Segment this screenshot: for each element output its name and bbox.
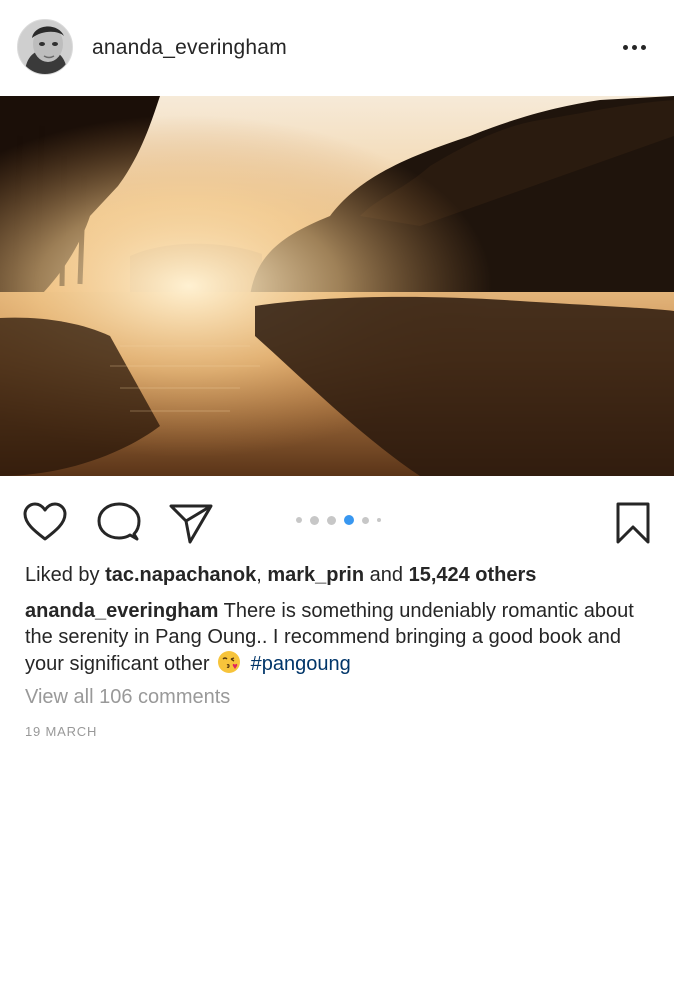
carousel-dot (296, 517, 302, 523)
post-username[interactable]: ananda_everingham (92, 36, 287, 60)
carousel-indicator (296, 515, 381, 525)
post-date: 19 MARCH (25, 724, 98, 739)
avatar[interactable] (17, 19, 73, 75)
carousel-dot-active (344, 515, 354, 525)
liker-username-1[interactable]: tac.napachanok (105, 564, 256, 586)
caption-hashtag[interactable]: #pangoung (251, 653, 351, 675)
liker-username-2[interactable]: mark_prin (267, 564, 364, 586)
carousel-dot (327, 515, 336, 525)
carousel-dot (310, 515, 319, 525)
bookmark-icon (616, 502, 650, 544)
more-horizontal-icon (622, 44, 628, 50)
likes-summary[interactable]: Liked by tac.napachanok, mark_prin and 1… (25, 564, 536, 587)
heart-icon (23, 502, 67, 541)
share-button[interactable] (168, 500, 214, 546)
comment-button[interactable] (96, 500, 142, 546)
carousel-dot (362, 516, 369, 524)
likes-and: and (369, 564, 404, 586)
carousel-dot (377, 518, 381, 522)
face-blowing-kiss-icon (218, 651, 241, 673)
likes-prefix: Liked by (25, 564, 100, 586)
view-all-comments-link[interactable]: View all 106 comments (25, 686, 230, 709)
save-bookmark-button[interactable] (610, 500, 656, 546)
more-options-button[interactable] (614, 30, 654, 64)
post-header: ananda_everingham (0, 0, 674, 96)
lake-sunrise-image (0, 96, 674, 476)
post-photo[interactable] (0, 96, 674, 476)
comment-bubble-icon (97, 502, 141, 541)
caption-username[interactable]: ananda_everingham (25, 600, 218, 622)
paper-plane-icon (169, 504, 213, 544)
like-button[interactable] (22, 500, 68, 546)
post-caption: ananda_everingham There is something und… (25, 598, 655, 677)
likes-count[interactable]: 15,424 others (409, 564, 537, 586)
